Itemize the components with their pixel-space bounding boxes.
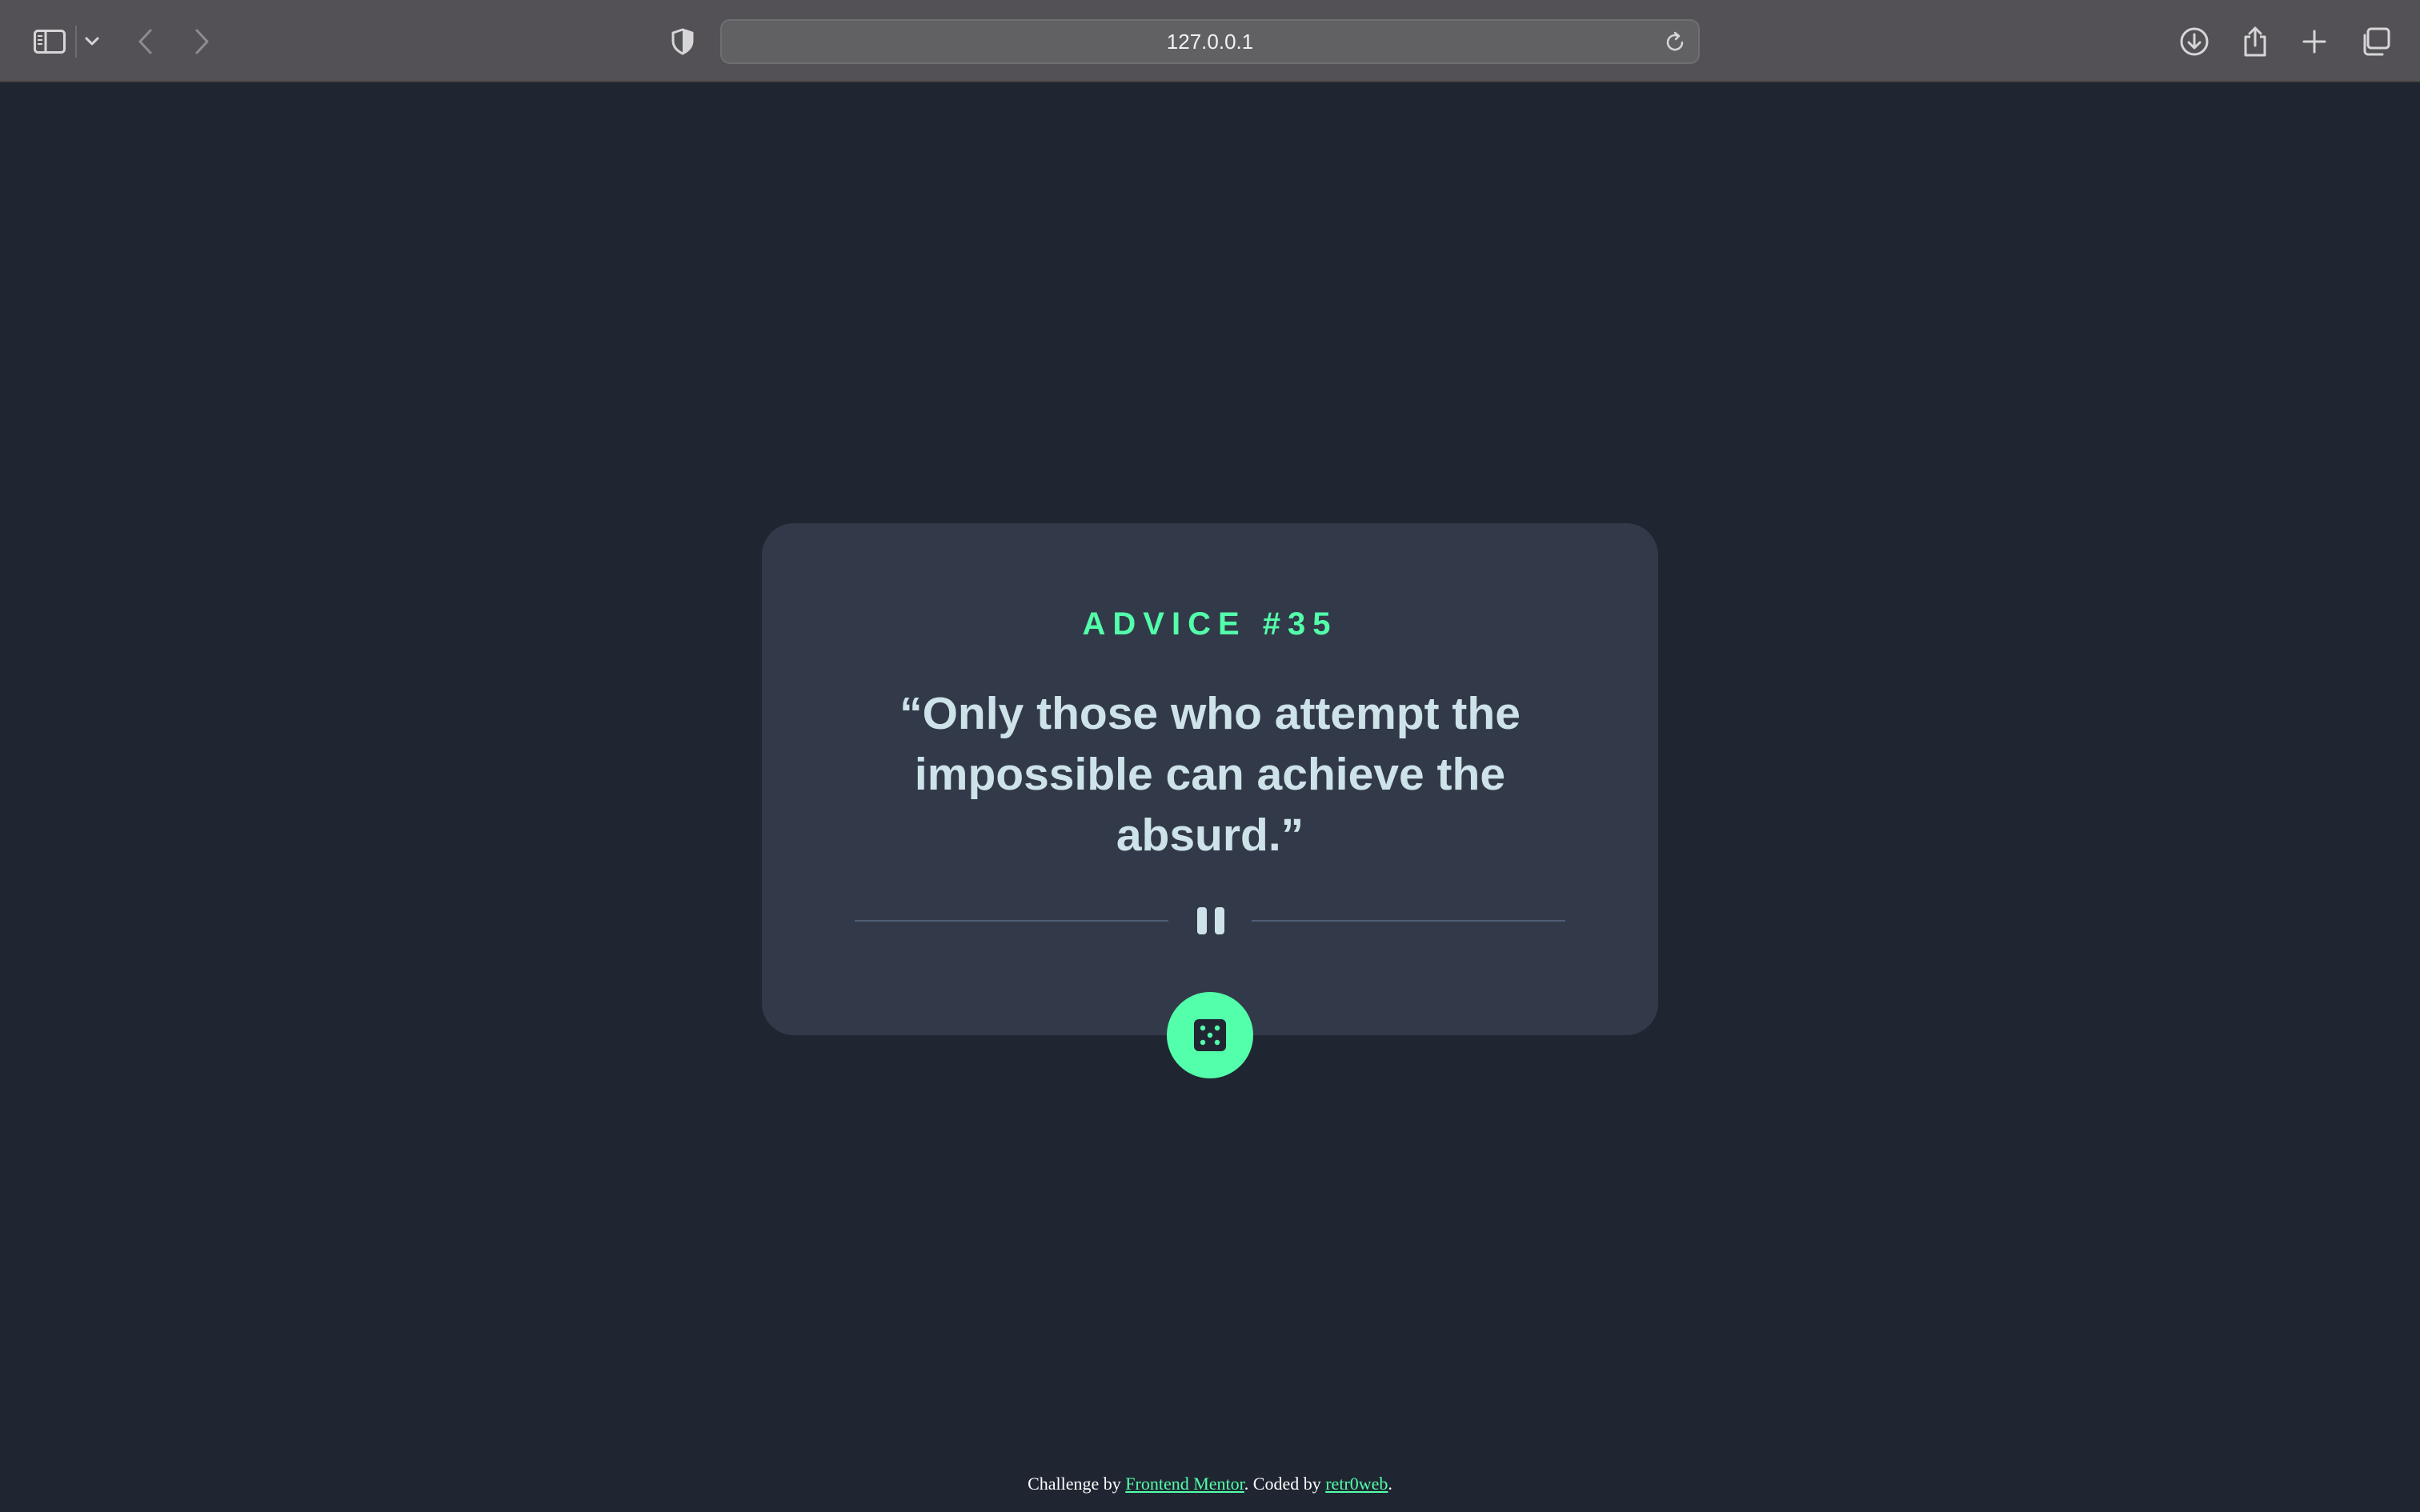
pause-bar <box>1215 907 1224 934</box>
pause-icon <box>1194 907 1226 934</box>
download-icon[interactable] <box>2174 21 2215 62</box>
chevron-down-icon[interactable] <box>80 21 104 62</box>
chevron-left-icon[interactable] <box>130 21 162 62</box>
attribution-suffix: . <box>1388 1474 1392 1494</box>
advice-quote: “Only those who attempt the impossible c… <box>899 688 1521 861</box>
address-bar[interactable]: 127.0.0.1 <box>720 19 1700 64</box>
advice-number: ADVICE #35 <box>1082 606 1338 642</box>
author-link[interactable]: retr0web <box>1325 1474 1388 1494</box>
reload-icon[interactable] <box>1663 30 1687 54</box>
new-advice-button[interactable] <box>1167 992 1253 1078</box>
divider-line-left <box>855 920 1168 922</box>
browser-toolbar: 127.0.0.1 <box>0 0 2420 83</box>
attribution-prefix: Challenge by <box>1028 1474 1126 1494</box>
pause-bar <box>1197 907 1207 934</box>
advice-card: ADVICE #35 “Only those who attempt the i… <box>762 523 1658 1035</box>
sidebar-icon[interactable] <box>29 21 70 62</box>
tabs-icon[interactable] <box>2354 21 2396 62</box>
plus-icon[interactable] <box>2294 21 2335 62</box>
attribution: Challenge by Frontend Mentor. Coded by r… <box>0 1474 2420 1494</box>
toolbar-divider <box>75 26 77 58</box>
url-text[interactable]: 127.0.0.1 <box>722 21 1698 62</box>
shield-icon[interactable] <box>664 21 701 62</box>
attribution-middle: . Coded by <box>1244 1474 1326 1494</box>
chevron-right-icon[interactable] <box>186 21 218 62</box>
frontend-mentor-link[interactable]: Frontend Mentor <box>1125 1474 1244 1494</box>
dice-icon <box>1194 1019 1226 1051</box>
share-icon[interactable] <box>2234 21 2276 62</box>
divider-line-right <box>1252 920 1565 922</box>
